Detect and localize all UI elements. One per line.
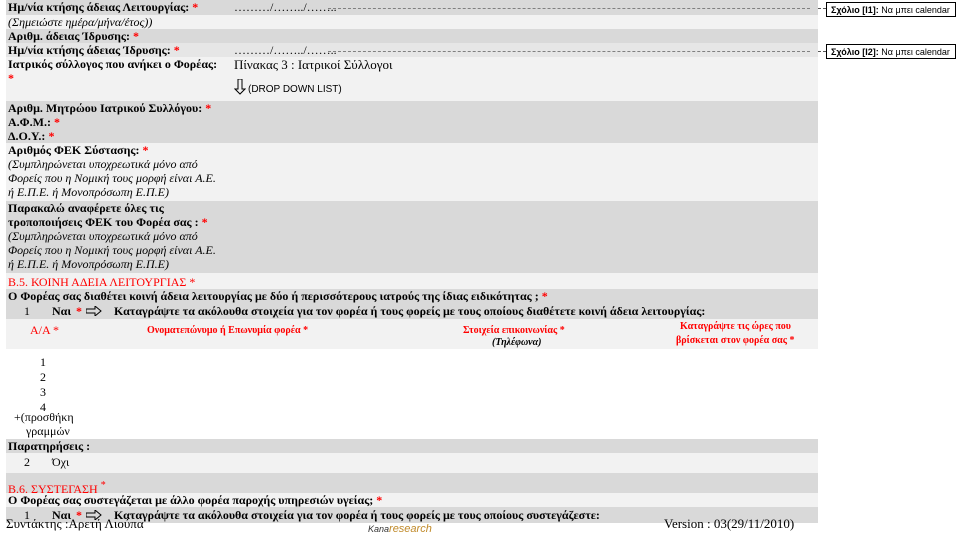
amendments-label-line1: Παρακαλώ αναφέρετε όλες τις bbox=[8, 201, 164, 215]
b6-question: Ο Φορέας σας συστεγάζεται με άλλο φορέα … bbox=[8, 493, 374, 507]
amendments-note-line2: Φορείς που η Νομική τους μορφή είναι Α.Ε… bbox=[8, 243, 216, 257]
medical-association-label: Ιατρικός σύλλογος που ανήκει ο Φορέας: * bbox=[8, 57, 218, 85]
comment-anchor-line bbox=[328, 8, 810, 9]
row-tax-id: Α.Φ.Μ.: * bbox=[6, 115, 818, 129]
dropdown-arrow-icon[interactable] bbox=[233, 78, 247, 98]
b5-title: Β.5. ΚΟΙΝΗ ΑΔΕΙΑ ΛΕΙΤΟΥΡΓΙΑΣ bbox=[8, 275, 187, 289]
establishment-number-label: Αριθμ. άδειας Ίδρυσης: bbox=[8, 29, 130, 43]
required-star: * bbox=[376, 493, 383, 507]
establishment-date-field[interactable]: ………/……../…….. bbox=[234, 43, 337, 57]
amendments-note-line3: ή Ε.Π.Ε. ή Μονοπρόσωπη Ε.Π.Ε) bbox=[8, 257, 170, 271]
b5-question-row: Ο Φορέας σας διαθέτει κοινή άδεια λειτου… bbox=[6, 289, 818, 303]
comment-connector bbox=[818, 8, 826, 9]
medical-association-select[interactable]: Πίνακας 3 : Ιατρικοί Σύλλογοι bbox=[234, 58, 393, 72]
add-rows-link[interactable]: +(προσθήκη γραμμών bbox=[6, 409, 818, 439]
table-row[interactable]: 3 bbox=[40, 385, 46, 400]
option-yes-label: Ναι bbox=[52, 304, 72, 318]
comment-balloon-2[interactable]: Σχόλιο [I2]: Να μπει calendar bbox=[826, 44, 956, 59]
required-star: * bbox=[76, 304, 82, 318]
b6-yes-instruction: Καταγράψτε τα ακόλουθα στοιχεία για τον … bbox=[114, 508, 600, 522]
b5-question: Ο Φορέας σας διαθέτει κοινή άδεια λειτου… bbox=[8, 289, 539, 303]
table-row[interactable]: 1 bbox=[40, 355, 46, 370]
table-row[interactable]: 2 bbox=[40, 370, 46, 385]
remarks-label: Παρατηρήσεις : bbox=[8, 439, 91, 453]
required-star: * bbox=[192, 0, 199, 14]
comment-connector bbox=[818, 51, 826, 52]
gazette-founding-label: Αριθμός ΦΕΚ Σύστασης: * bbox=[8, 143, 149, 157]
b6-question-row: Ο Φορέας σας συστεγάζεται με άλλο φορέα … bbox=[6, 493, 818, 507]
row-registry-number: Αριθμ. Μητρώου Ιατρικού Συλλόγου: * bbox=[6, 101, 818, 115]
gazette-note-line1: (Συμπληρώνεται υποχρεωτικά μόνο από bbox=[8, 157, 198, 171]
amendments-label-line2: τροποποιήσεις ΦΕΚ του Φορέα σας : * bbox=[8, 215, 208, 229]
row-tax-office: Δ.Ο.Υ.: * bbox=[6, 129, 818, 143]
b5-row-numbers: 1 2 3 4 bbox=[40, 355, 46, 415]
row-establishment-date: Ημ/νία κτήσης άδειας Ίδρυσης: * ………/……..… bbox=[6, 43, 818, 57]
comment-text: Να μπει calendar bbox=[881, 47, 950, 57]
footer-logo: Kanaresearch bbox=[368, 523, 432, 535]
add-rows-line2: γραμμών bbox=[26, 424, 70, 438]
row-gazette-amendments: Παρακαλώ αναφέρετε όλες τις τροποποιήσει… bbox=[6, 201, 818, 273]
required-star: * bbox=[173, 43, 180, 57]
comment-ref: Σχόλιο [I2]: bbox=[831, 47, 879, 57]
row-license-date-note: (Σημειώστε ημέρα/μήνα/έτος)) bbox=[6, 15, 818, 29]
tax-id-label: Α.Φ.Μ.: bbox=[8, 115, 51, 129]
b5-table-rows: 1 2 3 4 bbox=[6, 349, 818, 414]
b5-option-no[interactable]: 2 Όχι bbox=[6, 453, 818, 473]
col-aa: Α/Α * bbox=[30, 323, 60, 337]
required-star: * bbox=[189, 275, 196, 289]
tax-office-label: Δ.Ο.Υ.: bbox=[8, 129, 46, 143]
required-star: * bbox=[100, 480, 106, 491]
option-number: 1 bbox=[24, 304, 30, 318]
date-format-note: (Σημειώστε ημέρα/μήνα/έτος)) bbox=[8, 15, 153, 29]
comment-ref: Σχόλιο [I1]: bbox=[831, 5, 879, 15]
gazette-note-line3: ή Ε.Π.Ε. ή Μονοπρόσωπη Ε.Π.Ε) bbox=[8, 185, 170, 199]
col-hours-line1: Καταγράψτε τις ώρες που bbox=[680, 321, 791, 332]
row-gazette-founding: Αριθμός ΦΕΚ Σύστασης: * (Συμπληρώνεται υ… bbox=[6, 143, 818, 201]
section-b6-heading: Β.6. ΣΥΣΤΕΓΑΣΗ * bbox=[6, 473, 818, 496]
license-date-label: Ημ/νία κτήσης άδειας Λειτουργίας: bbox=[8, 0, 190, 14]
required-star: * bbox=[132, 29, 139, 43]
form-sheet: Ημ/νία κτήσης άδειας Λειτουργίας: * ………/… bbox=[6, 0, 818, 523]
row-medical-association: Ιατρικός σύλλογος που ανήκει ο Φορέας: *… bbox=[6, 57, 818, 101]
comment-anchor-line bbox=[328, 51, 810, 52]
option-no-label: Όχι bbox=[52, 455, 70, 469]
add-rows-line1: +(προσθήκη bbox=[14, 410, 74, 424]
arrow-right-icon bbox=[85, 304, 102, 319]
footer-author: Συντάκτης :Αρετή Λιούπα bbox=[6, 516, 144, 531]
col-name: Ονοματεπώνυμο ή Επωνυμία φορέα * bbox=[147, 325, 309, 336]
registry-number-label: Αριθμ. Μητρώου Ιατρικού Συλλόγου: bbox=[8, 101, 203, 115]
option-number: 2 bbox=[24, 455, 30, 469]
required-star: * bbox=[48, 129, 55, 143]
establishment-date-label: Ημ/νία κτήσης άδειας Ίδρυσης: bbox=[8, 43, 171, 57]
col-hours-line2: βρίσκεται στον φορέα σας * bbox=[676, 335, 795, 346]
footer-version: Version : 03(29/11/2010) bbox=[664, 516, 795, 531]
amendments-note-line1: (Συμπληρώνεται υποχρεωτικά μόνο από bbox=[8, 229, 198, 243]
section-b5-heading: Β.5. ΚΟΙΝΗ ΑΔΕΙΑ ΛΕΙΤΟΥΡΓΙΑΣ * bbox=[6, 273, 818, 289]
b5-yes-instruction: Καταγράψτε τα ακόλουθα στοιχεία για τον … bbox=[114, 304, 706, 318]
comment-text: Να μπει calendar bbox=[881, 5, 950, 15]
dropdown-hint: (DROP DOWN LIST) bbox=[248, 84, 342, 95]
required-star: * bbox=[205, 101, 212, 115]
col-contact-sub: (Τηλέφωνα) bbox=[492, 337, 542, 348]
required-star: * bbox=[53, 115, 60, 129]
gazette-note-line2: Φορείς που η Νομική τους μορφή είναι Α.Ε… bbox=[8, 171, 216, 185]
row-establishment-number: Αριθμ. άδειας Ίδρυσης: * bbox=[6, 29, 818, 43]
row-license-date: Ημ/νία κτήσης άδειας Λειτουργίας: * ………/… bbox=[6, 0, 818, 15]
b5-table-header: Α/Α * Ονοματεπώνυμο ή Επωνυμία φορέα * Σ… bbox=[6, 319, 818, 349]
b5-remarks-row: Παρατηρήσεις : bbox=[6, 439, 818, 453]
license-date-field[interactable]: ………/……../…….. bbox=[234, 0, 337, 14]
b5-option-yes[interactable]: 1 Ναι * Καταγράψτε τα ακόλουθα στοιχεία … bbox=[6, 303, 818, 319]
required-star: * bbox=[541, 289, 548, 303]
comment-balloon-1[interactable]: Σχόλιο [I1]: Να μπει calendar bbox=[826, 2, 956, 17]
